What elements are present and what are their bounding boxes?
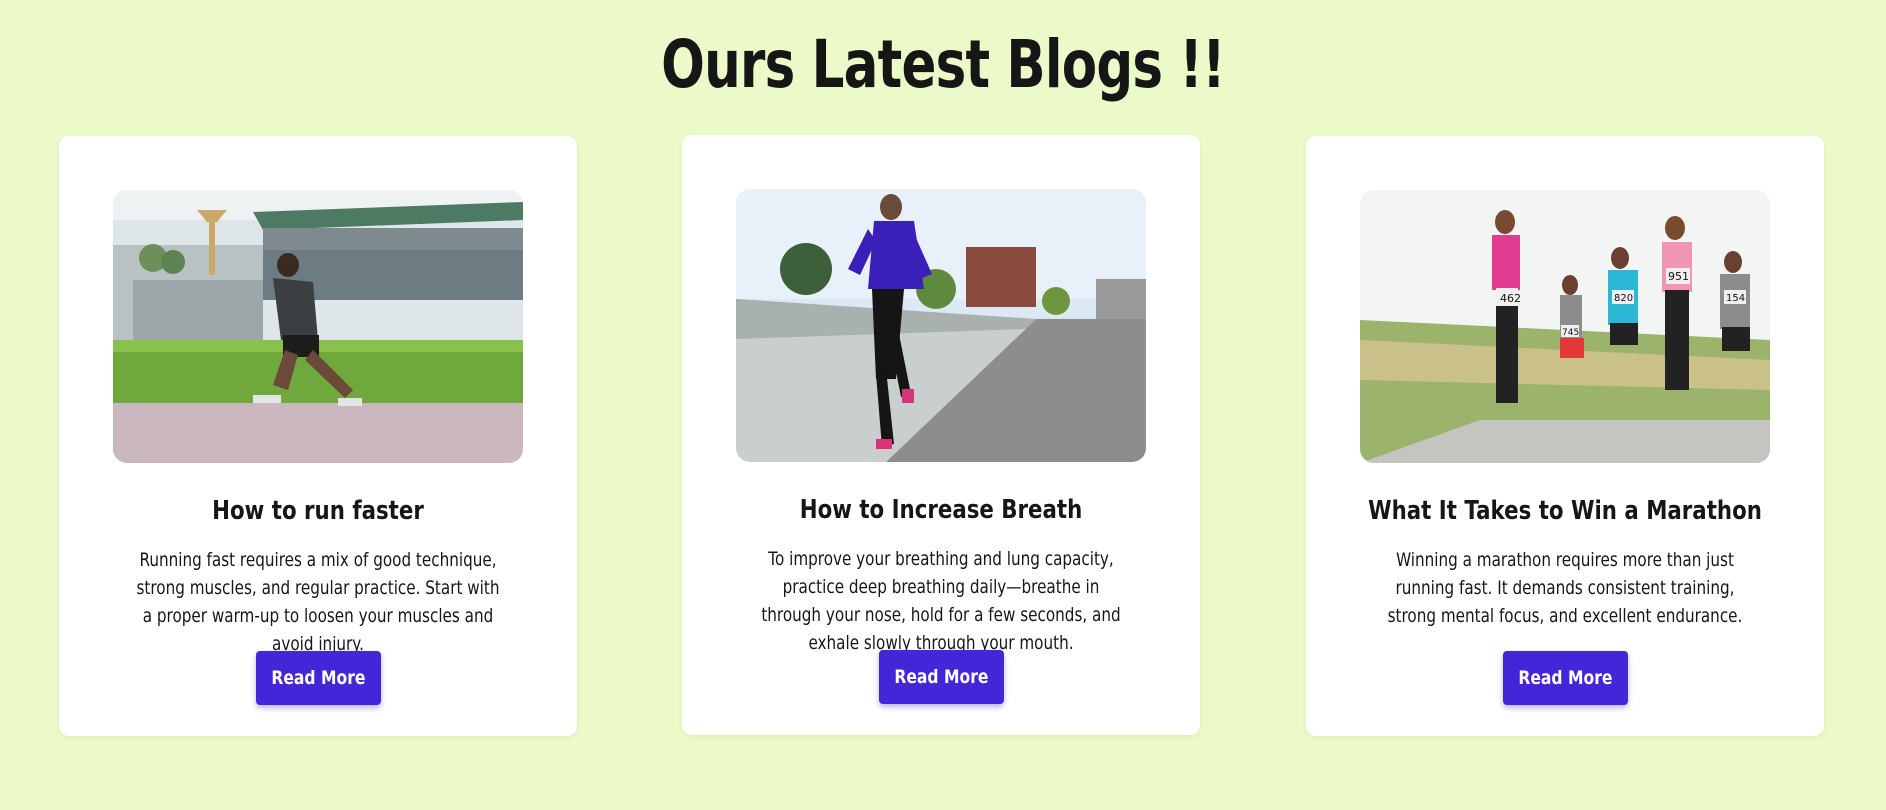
read-more-button[interactable]: Read More (256, 651, 381, 705)
svg-text:820: 820 (1614, 293, 1633, 304)
read-more-label: Read More (1518, 667, 1613, 689)
svg-text:745: 745 (1562, 328, 1579, 338)
sprinter-stadium-image (113, 190, 523, 463)
read-more-label: Read More (271, 667, 366, 689)
card-description: To improve your breathing and lung capac… (761, 548, 1121, 654)
card-title: What It Takes to Win a Marathon (1368, 496, 1762, 526)
svg-text:154: 154 (1726, 293, 1745, 304)
woman-running-road-image (736, 189, 1146, 462)
read-more-label: Read More (894, 666, 989, 688)
marathon-runners-image: 462 745 820 951 154 (1360, 190, 1770, 463)
read-more-button[interactable]: Read More (879, 650, 1004, 704)
page-title: Ours Latest Blogs !! (661, 26, 1225, 103)
blog-card-marathon: 462 745 820 951 154 What It Takes to Win… (1306, 136, 1824, 736)
card-description: Running fast requires a mix of good tech… (136, 549, 500, 655)
card-title: How to run faster (212, 496, 424, 526)
read-more-button[interactable]: Read More (1503, 651, 1628, 705)
blog-card-run-faster: How to run faster Running fast requires … (59, 136, 577, 736)
card-description: Winning a marathon requires more than ju… (1387, 549, 1743, 627)
svg-text:462: 462 (1500, 292, 1521, 305)
card-title: How to Increase Breath (799, 495, 1083, 525)
svg-text:951: 951 (1668, 270, 1689, 283)
blog-card-increase-breath: How to Increase Breath To improve your b… (682, 135, 1200, 735)
